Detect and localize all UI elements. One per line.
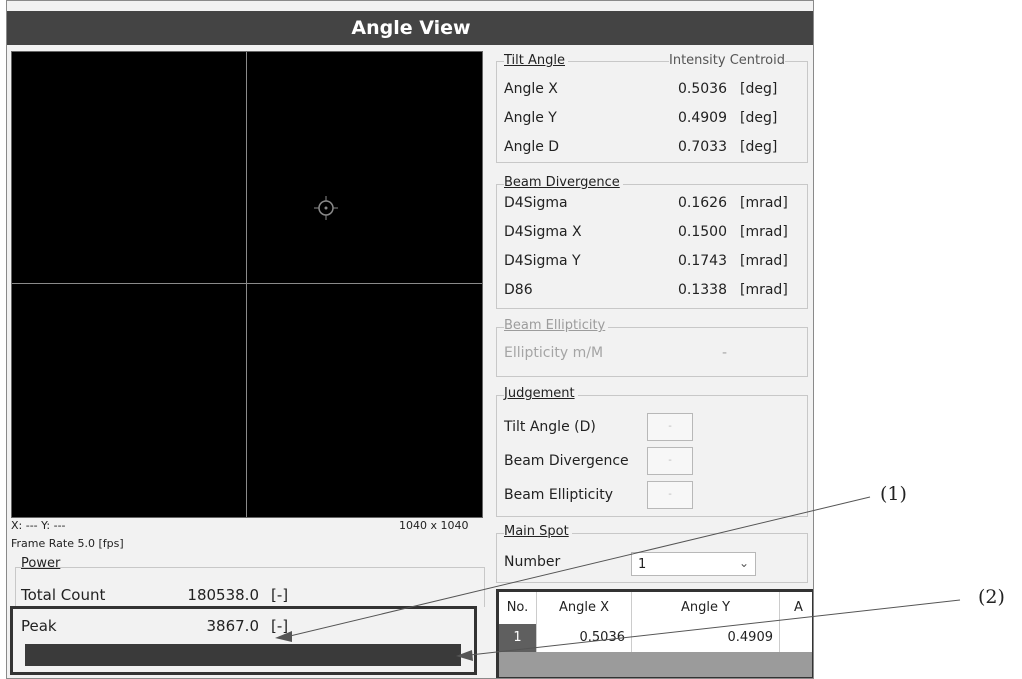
callout-label-2: (2) [978, 586, 1005, 608]
callout-lines [275, 496, 961, 661]
callout-label-1: (1) [880, 483, 907, 505]
